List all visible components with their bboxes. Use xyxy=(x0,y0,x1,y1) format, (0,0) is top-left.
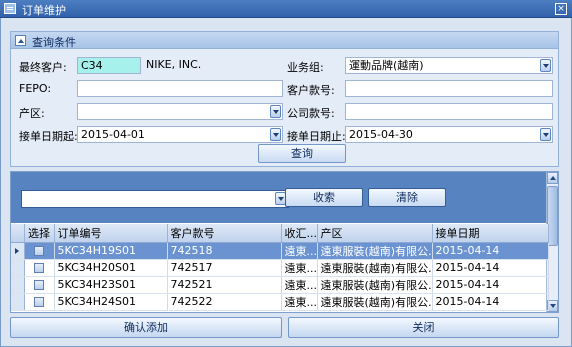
column-header-select[interactable]: 选择 xyxy=(24,224,55,243)
order-grid-panel: 收索 清除 选择 订单编号 客户款号 收汇... 产区 接单日期 5KC34H1… xyxy=(10,171,559,313)
column-header-order-no[interactable]: 订单编号 xyxy=(54,224,168,243)
row-indicator xyxy=(11,242,25,260)
row-indicator xyxy=(11,293,25,311)
customer-style-field[interactable] xyxy=(345,80,553,97)
chevron-down-icon[interactable] xyxy=(540,128,551,141)
chevron-down-icon[interactable] xyxy=(270,105,281,118)
order-date-to-label: 接单日期止: xyxy=(287,130,346,143)
close-button[interactable]: 关闭 xyxy=(288,317,559,338)
final-customer-label: 最终客户: xyxy=(19,61,67,74)
company-style-field[interactable] xyxy=(345,103,553,120)
grid-header-row: 选择 订单编号 客户款号 收汇... 产区 接单日期 xyxy=(11,224,549,243)
column-header-area[interactable]: 产区 xyxy=(317,224,433,243)
filter-combo[interactable] xyxy=(21,190,289,208)
table-row[interactable]: 5KC34H20S01 742517 遠東... 遠東服裝(越南)有限公... … xyxy=(11,259,549,277)
row-indicator xyxy=(11,276,25,294)
final-customer-code-field[interactable]: C34 xyxy=(77,57,141,74)
row-indicator xyxy=(11,259,25,277)
order-date-from-picker[interactable]: 2015-04-01 xyxy=(77,126,283,143)
select-cell[interactable] xyxy=(24,259,55,277)
order-date-from-label: 接单日期起: xyxy=(19,130,78,143)
customer-style-cell: 742521 xyxy=(167,276,282,294)
query-panel-header[interactable]: 查询条件 xyxy=(11,32,558,49)
window-close-button[interactable]: × xyxy=(555,3,567,15)
fepo-field[interactable] xyxy=(77,80,283,97)
current-row-pointer-icon xyxy=(15,247,19,254)
order-no-cell: 5KC34H24S01 xyxy=(54,293,168,311)
select-cell[interactable] xyxy=(24,276,55,294)
receipt-cell: 遠東... xyxy=(281,293,318,311)
order-date-to-picker[interactable]: 2015-04-30 xyxy=(345,126,553,143)
query-button[interactable]: 查询 xyxy=(258,144,346,163)
order-grid: 选择 订单编号 客户款号 收汇... 产区 接单日期 5KC34H19S01 7… xyxy=(11,224,549,311)
production-area-label: 产区: xyxy=(19,107,45,120)
chevron-down-icon[interactable] xyxy=(540,59,551,72)
order-date-cell: 2015-04-14 xyxy=(432,259,549,277)
clear-button[interactable]: 清除 xyxy=(368,188,446,207)
company-style-label: 公司款号: xyxy=(287,107,335,120)
select-cell[interactable] xyxy=(24,293,55,311)
table-row[interactable]: 5KC34H19S01 742518 遠東... 遠東服裝(越南)有限公... … xyxy=(11,242,549,260)
table-row[interactable]: 5KC34H23S01 742521 遠東... 遠東服裝(越南)有限公... … xyxy=(11,276,549,294)
window-title: 订单维护 xyxy=(22,4,66,17)
order-no-cell: 5KC34H19S01 xyxy=(54,242,168,260)
receipt-cell: 遠東... xyxy=(281,276,318,294)
business-group-select[interactable]: 運動品牌(越南) xyxy=(345,57,553,74)
receipt-cell: 遠東... xyxy=(281,242,318,260)
scroll-thumb[interactable] xyxy=(547,186,558,246)
business-group-label: 业务组: xyxy=(287,61,324,74)
area-cell: 遠東服裝(越南)有限公... xyxy=(317,293,433,311)
app-window-icon xyxy=(4,3,16,14)
area-cell: 遠東服裝(越南)有限公... xyxy=(317,276,433,294)
production-area-select[interactable] xyxy=(77,103,283,120)
query-panel: 查询条件 最终客户: C34 NIKE, INC. 业务组: 運動品牌(越南) … xyxy=(10,31,559,167)
order-no-cell: 5KC34H20S01 xyxy=(54,259,168,277)
scroll-up-icon[interactable] xyxy=(547,172,558,184)
area-cell: 遠東服裝(越南)有限公... xyxy=(317,242,433,260)
order-date-cell: 2015-04-14 xyxy=(432,242,549,260)
receipt-cell: 遠東... xyxy=(281,259,318,277)
row-checkbox[interactable] xyxy=(34,246,44,256)
column-header-receipt[interactable]: 收汇... xyxy=(281,224,318,243)
row-checkbox[interactable] xyxy=(34,280,44,290)
customer-style-cell: 742522 xyxy=(167,293,282,311)
customer-style-label: 客户款号: xyxy=(287,84,335,97)
collapse-button[interactable]: 收索 xyxy=(285,188,363,207)
order-date-cell: 2015-04-14 xyxy=(432,276,549,294)
row-checkbox[interactable] xyxy=(34,297,44,307)
row-indicator-header xyxy=(11,224,25,243)
final-customer-name: NIKE, INC. xyxy=(146,58,202,71)
order-date-cell: 2015-04-14 xyxy=(432,293,549,311)
select-cell[interactable] xyxy=(24,242,55,260)
scroll-down-icon[interactable] xyxy=(547,300,558,312)
fepo-label: FEPO: xyxy=(19,82,52,95)
chevron-down-icon[interactable] xyxy=(270,128,281,141)
table-row[interactable]: 5KC34H24S01 742522 遠東... 遠東服裝(越南)有限公... … xyxy=(11,293,549,311)
title-bar: 订单维护 × xyxy=(0,0,572,18)
area-cell: 遠東服裝(越南)有限公... xyxy=(317,259,433,277)
order-no-cell: 5KC34H23S01 xyxy=(54,276,168,294)
column-header-order-date[interactable]: 接单日期 xyxy=(432,224,549,243)
column-header-customer-style[interactable]: 客户款号 xyxy=(167,224,282,243)
confirm-add-button[interactable]: 确认添加 xyxy=(10,317,282,338)
grid-toolbar: 收索 清除 xyxy=(11,172,548,223)
query-panel-title: 查询条件 xyxy=(32,36,76,49)
customer-style-cell: 742517 xyxy=(167,259,282,277)
collapse-icon[interactable] xyxy=(15,35,26,46)
customer-style-cell: 742518 xyxy=(167,242,282,260)
row-checkbox[interactable] xyxy=(34,263,44,273)
